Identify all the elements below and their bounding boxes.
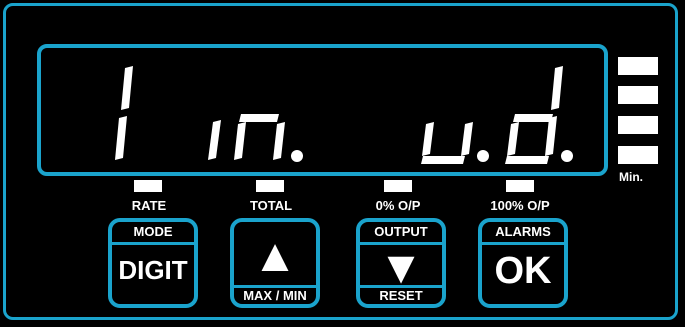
digit-i [208,120,221,160]
mode-label: MODE [133,224,173,239]
digit-1-upper [121,66,133,110]
digit-d-bottom [505,156,549,164]
key-divider [482,242,564,245]
down-arrow-icon: ▼ [378,241,424,293]
key-divider [112,242,194,245]
digit-1-lower [115,116,127,160]
reset-label: RESET [379,288,423,303]
display-readout [115,66,573,164]
decimal-point-1 [291,150,303,162]
output-down-reset-button[interactable]: OUTPUT ▼ RESET [356,218,446,308]
segment-display [37,44,608,176]
output-label: OUTPUT [374,224,428,239]
decimal-point-2 [477,150,489,162]
rate-label: RATE [131,198,167,213]
up-maxmin-button[interactable]: ▲ MAX / MIN [230,218,320,308]
level-min-label: Min. [619,170,643,184]
total-label: TOTAL [249,198,293,213]
alarms-label: ALARMS [495,224,551,239]
level-bar-2 [618,86,658,104]
digit-n-right [273,122,285,160]
alarms-ok-button[interactable]: ALARMS OK [478,218,568,308]
digit-n-left [234,122,246,160]
digit-label: DIGIT [118,255,188,285]
digit-u-left [422,122,434,156]
rate-led [134,180,162,192]
ok-label: OK [494,250,552,292]
digit-u-right [461,122,473,156]
digit-u-bottom [421,156,465,164]
output-0-label: 0% O/P [375,198,421,213]
digit-d-upper [551,66,563,110]
up-arrow-icon: ▲ [252,229,298,281]
digit-d-mid [513,114,553,122]
output-0-led [384,180,412,192]
output-100-label: 100% O/P [490,198,550,213]
level-bar-1 [618,57,658,75]
output-100-led [506,180,534,192]
mode-digit-button[interactable]: MODE DIGIT [108,218,198,308]
level-bar-3 [618,116,658,134]
decimal-point-3 [561,150,573,162]
digit-d-lower-left [507,122,519,156]
max-min-label: MAX / MIN [243,288,307,303]
total-led [256,180,284,192]
digit-n-top [239,114,279,122]
level-bar-4 [618,146,658,164]
